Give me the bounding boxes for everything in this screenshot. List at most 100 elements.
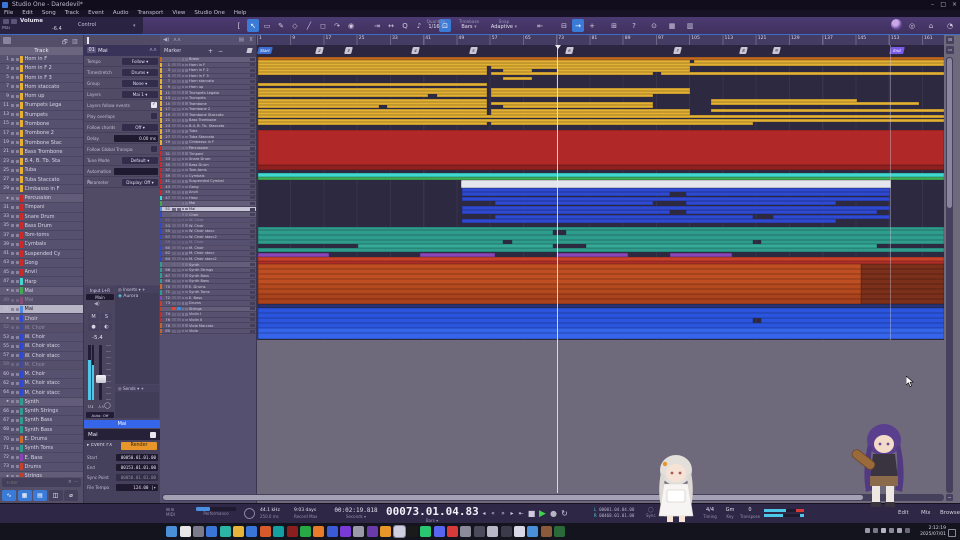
setting-value[interactable]: None ▾ [122,79,158,87]
solo-dot[interactable] [15,326,19,330]
track-row-horn-in-f[interactable]: 1 Horn in F [0,55,83,65]
mute-dot[interactable] [11,122,14,126]
record-dot[interactable] [181,80,184,83]
crosshair-icon[interactable]: + [586,19,598,32]
zoom-icon[interactable]: Q [399,19,411,32]
automation-icon[interactable]: ⋏⋏ [149,47,157,53]
marker-8[interactable]: 8 [739,47,749,54]
tray-icon[interactable] [905,528,910,533]
mute-button[interactable] [171,179,176,183]
solo-dot[interactable] [15,252,19,256]
trash-icon[interactable]: ⌀ [64,490,78,501]
solo-button[interactable] [176,102,181,106]
track-row-w-choir-stacc[interactable]: 57 W. Choir stacc [0,351,83,361]
zoom-out-icon[interactable]: − [946,494,953,501]
solo-button[interactable] [176,307,181,311]
record-dot[interactable] [181,313,184,316]
app-icon[interactable] [246,526,258,537]
record-dot[interactable] [181,213,184,216]
add-marker-button[interactable]: + [208,48,213,55]
solo-dot[interactable] [15,159,19,163]
fader-track[interactable] [95,345,106,400]
automation-mode-button[interactable]: Auto: Off [86,412,114,418]
mute-dot[interactable] [11,178,14,182]
transpose-display[interactable]: 0 Transpose [740,507,760,519]
mute-button[interactable] [171,85,176,89]
record-dot[interactable] [181,252,184,255]
menu-song[interactable]: Song [42,10,56,17]
mute-dot[interactable] [11,409,14,413]
link-icon[interactable] [3,19,9,24]
solo-dot[interactable] [15,242,19,246]
mute-dot[interactable] [11,363,14,367]
setting-value[interactable]: Off ▾ [122,123,158,131]
solo-button[interactable] [176,268,181,272]
track-row-e-drums[interactable]: 70 E. Drums [0,434,83,445]
app-icon[interactable] [447,526,459,537]
clip[interactable] [711,109,944,112]
track-row-trombone-stac[interactable]: 19 Trombone Stac [0,138,83,148]
mute-button[interactable] [171,201,176,205]
horizontal-scroll-handle[interactable] [163,495,863,500]
clip[interactable] [258,122,487,125]
field-value[interactable]: 124.00 |▾ [116,484,158,492]
console-icon[interactable]: ∿ [2,490,16,501]
clip-area[interactable] [257,57,944,340]
automation-mode[interactable]: Control [78,22,96,28]
record-dot[interactable] [181,274,184,277]
solo-button[interactable] [176,91,181,95]
app-icon[interactable] [540,526,552,537]
close-button[interactable]: × [952,0,957,10]
solo-button[interactable] [176,57,181,61]
track-folder-synth[interactable]: ▸ Synth [0,397,83,408]
mute-button[interactable] [171,324,176,328]
mute-dot[interactable] [11,418,14,422]
clip[interactable] [258,130,944,165]
solo-dot[interactable] [15,317,19,321]
record-dot[interactable] [181,285,184,288]
instruments-icon[interactable]: ▦ [17,490,32,501]
solo-dot[interactable] [15,215,19,219]
track-row-synth-bass[interactable]: 68 Synth Bass [0,425,83,435]
cloud-icon[interactable]: ◎ [906,19,918,32]
app-icon[interactable] [473,526,485,537]
record-dot[interactable] [181,168,184,172]
mute-dot[interactable] [11,85,14,89]
solo-button[interactable] [176,213,181,217]
mute-dot[interactable] [11,159,14,163]
clip[interactable] [258,333,944,339]
record-dot[interactable] [181,141,184,144]
solo-button[interactable] [176,290,181,294]
record-dot[interactable] [181,229,184,233]
marker-9[interactable]: 9 [772,47,782,54]
solo-button[interactable] [176,96,181,100]
mute-dot[interactable] [11,131,14,135]
record-dot[interactable] [181,263,184,266]
channel-tab[interactable]: Mai [84,420,160,428]
loop-range[interactable]: L 00001.04.04.00 R 00468.01.01.00 [594,507,634,519]
mute-button[interactable] [171,329,176,333]
render-button[interactable]: Render [121,442,157,450]
clip[interactable] [461,181,890,187]
track-row-synth-strings[interactable]: 66 Synth Strings [0,407,83,417]
record-dot[interactable] [181,185,184,189]
clip[interactable] [258,105,379,108]
clip[interactable] [494,201,653,205]
setting-value[interactable]: 0.00 ms [114,134,158,142]
arrange-track-52[interactable]: 52 W. Choir [160,217,256,224]
studio-one-icon[interactable] [392,525,406,538]
browse-page-button[interactable]: Browse [940,510,960,516]
notification-center-icon[interactable] [948,529,956,537]
tray-icon[interactable] [889,528,894,533]
solo-button[interactable] [176,251,181,255]
solo-button[interactable] [176,185,181,189]
mute-dot[interactable] [11,307,14,311]
track-row-w-choir[interactable]: 53 W. Choir [0,332,83,343]
clear-filter-icon[interactable]: × [68,479,72,485]
mute-button[interactable] [171,157,176,161]
clip[interactable] [461,219,836,223]
field-value[interactable]: 00050.01.01.00 [116,453,158,461]
speaker-icon[interactable]: ◀) [163,37,169,43]
mute-dot[interactable] [11,465,14,469]
track-row-harp[interactable]: 47 Harp [0,277,83,287]
